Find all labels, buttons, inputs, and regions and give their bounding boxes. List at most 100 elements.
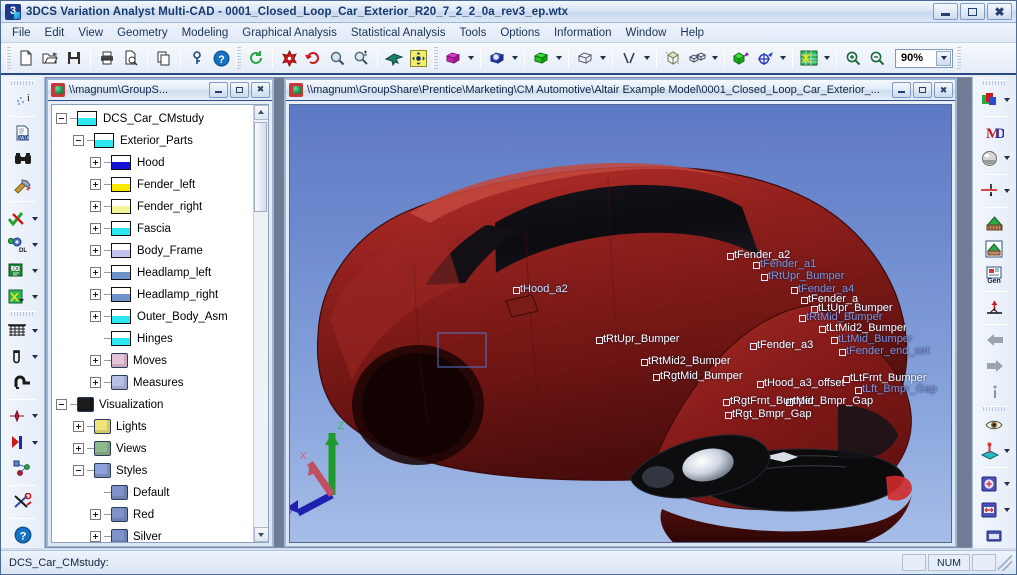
expand-icon[interactable] bbox=[90, 267, 101, 279]
binoculars-find-icon[interactable] bbox=[11, 147, 35, 171]
tree-maximize-button[interactable] bbox=[230, 81, 249, 98]
sphere-shade-icon[interactable] bbox=[977, 146, 1001, 170]
scroll-up-icon[interactable] bbox=[253, 104, 268, 120]
menu-modeling[interactable]: Modeling bbox=[175, 25, 236, 41]
chevron-down-icon[interactable] bbox=[641, 46, 652, 70]
chevron-down-icon[interactable] bbox=[29, 285, 40, 309]
toolbar-grip[interactable] bbox=[10, 311, 35, 316]
wireframe-cube-icon[interactable] bbox=[573, 46, 597, 70]
view-close-button[interactable]: ✖ bbox=[934, 82, 953, 98]
tree-node[interactable]: Visualization bbox=[56, 394, 253, 416]
menu-help[interactable]: Help bbox=[673, 25, 711, 41]
blue-box-icon[interactable] bbox=[983, 523, 1007, 547]
menu-statistical-analysis[interactable]: Statistical Analysis bbox=[344, 25, 453, 41]
open-folder-icon[interactable] bbox=[38, 46, 62, 70]
expand-icon[interactable] bbox=[73, 421, 84, 433]
zoom-level-select[interactable]: 90% bbox=[895, 48, 953, 68]
menu-view[interactable]: View bbox=[71, 25, 110, 41]
view-window-title-bar[interactable]: \\magnum\GroupShare\Prentice\Marketing\C… bbox=[286, 80, 955, 101]
point-info-icon[interactable]: i bbox=[11, 88, 35, 112]
tree-node[interactable]: Silver bbox=[56, 526, 253, 542]
tree-node[interactable]: Fender_right bbox=[56, 196, 253, 218]
tolerance-stack-icon[interactable] bbox=[983, 296, 1007, 320]
collapse-icon[interactable] bbox=[73, 465, 84, 477]
point-target-icon[interactable] bbox=[753, 46, 777, 70]
chevron-down-icon[interactable] bbox=[1001, 179, 1012, 203]
3d-viewport[interactable]: Z Y X tHood_a2tFender_a2tFender_a1tRtUpr… bbox=[289, 104, 952, 543]
save-disk-icon[interactable] bbox=[62, 46, 86, 70]
magenta-cube-icon[interactable] bbox=[441, 46, 465, 70]
network-nodes-icon[interactable] bbox=[11, 457, 35, 481]
zoom-in-icon[interactable] bbox=[841, 46, 865, 70]
tree-node[interactable]: Fender_left bbox=[56, 174, 253, 196]
info-icon[interactable] bbox=[983, 380, 1007, 404]
hook-path-icon[interactable] bbox=[11, 371, 35, 395]
tree-vertical-scrollbar[interactable] bbox=[253, 104, 268, 542]
expand-icon[interactable] bbox=[90, 245, 101, 257]
zoom-magnifier-icon[interactable] bbox=[325, 46, 349, 70]
chevron-down-icon[interactable] bbox=[1001, 472, 1012, 496]
menu-tools[interactable]: Tools bbox=[452, 25, 493, 41]
tree-minimize-button[interactable] bbox=[209, 81, 228, 98]
new-file-icon[interactable] bbox=[14, 46, 38, 70]
tree-node[interactable]: Headlamp_right bbox=[56, 284, 253, 306]
chevron-down-icon[interactable] bbox=[1001, 439, 1012, 463]
chevron-down-icon[interactable] bbox=[29, 207, 40, 231]
tree-node[interactable]: Views bbox=[56, 438, 253, 460]
measure-box-icon[interactable] bbox=[977, 498, 1001, 522]
colored-blocks-icon[interactable] bbox=[977, 88, 1001, 112]
back-arrow-icon[interactable] bbox=[983, 328, 1007, 352]
menu-edit[interactable]: Edit bbox=[38, 25, 72, 41]
chevron-down-icon[interactable] bbox=[29, 319, 40, 343]
expand-icon[interactable] bbox=[90, 157, 101, 169]
expand-icon[interactable] bbox=[90, 355, 101, 367]
gd-t-icon[interactable] bbox=[661, 46, 685, 70]
magnet-icon[interactable] bbox=[5, 345, 29, 369]
blue-sphere-cube-icon[interactable] bbox=[485, 46, 509, 70]
assembly-icon[interactable] bbox=[685, 46, 709, 70]
collapse-icon[interactable] bbox=[56, 113, 67, 125]
move-box-icon[interactable] bbox=[977, 472, 1001, 496]
forward-arrow-icon[interactable] bbox=[983, 354, 1007, 378]
scroll-down-icon[interactable] bbox=[253, 527, 268, 542]
tree-node[interactable]: Outer_Body_Asm bbox=[56, 306, 253, 328]
toolbar-grip[interactable] bbox=[982, 405, 1007, 411]
refresh-green-icon[interactable] bbox=[244, 46, 268, 70]
chevron-down-icon[interactable] bbox=[509, 46, 520, 70]
view-minimize-button[interactable] bbox=[892, 82, 911, 98]
resize-grip[interactable] bbox=[998, 554, 1012, 571]
spreadsheet-icon[interactable] bbox=[797, 46, 821, 70]
tree-node[interactable]: Hinges bbox=[56, 328, 253, 350]
chevron-down-icon[interactable] bbox=[29, 431, 40, 455]
green-check-icon[interactable] bbox=[5, 207, 29, 231]
menu-geometry[interactable]: Geometry bbox=[110, 25, 175, 41]
green-extrude-icon[interactable] bbox=[729, 46, 753, 70]
tree-node[interactable]: Measures bbox=[56, 372, 253, 394]
help-question-icon[interactable]: ? bbox=[209, 46, 233, 70]
histogram-report-icon[interactable] bbox=[983, 237, 1007, 261]
tree-node[interactable]: Styles bbox=[56, 460, 253, 482]
histogram-chart-icon[interactable] bbox=[983, 212, 1007, 236]
chevron-down-icon[interactable] bbox=[465, 46, 476, 70]
fly-through-icon[interactable] bbox=[382, 46, 406, 70]
minimize-button[interactable] bbox=[933, 3, 958, 20]
chevron-down-icon[interactable] bbox=[709, 46, 720, 70]
chevron-down-icon[interactable] bbox=[777, 46, 788, 70]
toolbar-grip[interactable] bbox=[433, 47, 438, 69]
data-document-icon[interactable]: DATA bbox=[11, 121, 35, 145]
chevron-down-icon[interactable] bbox=[29, 259, 40, 283]
red-diamond-point-icon[interactable] bbox=[5, 404, 29, 428]
toolbar-grip[interactable] bbox=[236, 47, 241, 69]
toolbar-grip[interactable] bbox=[956, 47, 961, 69]
tree-node[interactable]: Lights bbox=[56, 416, 253, 438]
menu-file[interactable]: File bbox=[5, 25, 38, 41]
chevron-down-icon[interactable] bbox=[1001, 146, 1012, 170]
about-key-icon[interactable] bbox=[185, 46, 209, 70]
view-maximize-button[interactable] bbox=[913, 82, 932, 98]
expand-icon[interactable] bbox=[90, 179, 101, 191]
zoom-out-icon[interactable] bbox=[865, 46, 889, 70]
rotate-red-icon[interactable] bbox=[301, 46, 325, 70]
close-button[interactable]: ✖ bbox=[987, 3, 1012, 20]
measure-icon[interactable] bbox=[617, 46, 641, 70]
eye-visibility-icon[interactable] bbox=[983, 413, 1007, 437]
